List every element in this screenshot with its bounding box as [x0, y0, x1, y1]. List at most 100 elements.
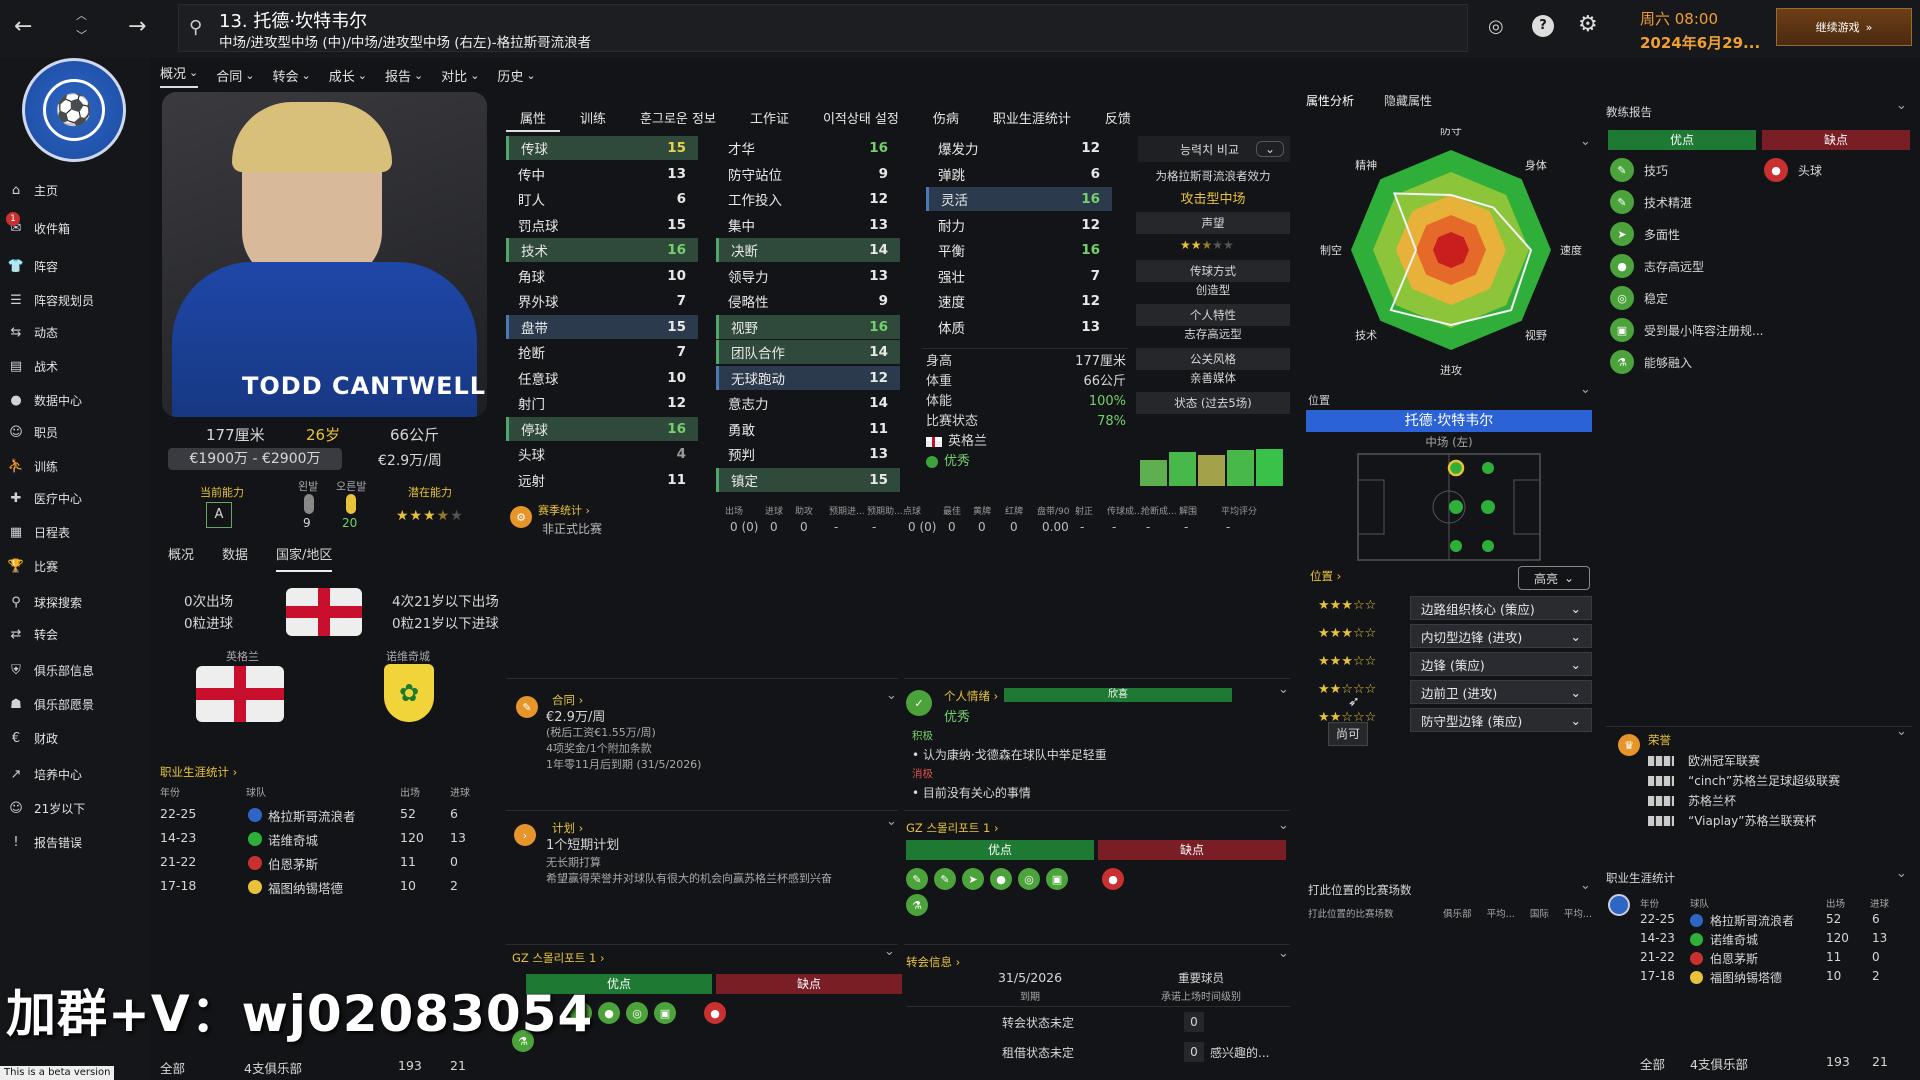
coach-pro-item[interactable]: ✎ 技术精湛: [1610, 190, 1692, 214]
coach-pro-item[interactable]: ▣ 受到最小阵容注册规...: [1610, 318, 1763, 342]
sidebar-item-12[interactable]: ⚲ 球探搜索: [8, 588, 146, 616]
sidebar-item-11[interactable]: 🏆 比赛: [8, 552, 146, 580]
transfer-title[interactable]: 转会信息 ›: [906, 954, 960, 970]
tab-data[interactable]: 数据: [222, 544, 248, 572]
coach-pro-item[interactable]: ➤ 多面性: [1610, 222, 1680, 246]
attr-tab-5[interactable]: 伤病: [919, 108, 973, 132]
trophy-item[interactable]: 苏格兰杯: [1648, 792, 1736, 809]
menu-5[interactable]: 对比 ⌄: [441, 62, 479, 88]
attr-tab-6[interactable]: 职业生涯统计: [979, 108, 1085, 132]
coach-con-item[interactable]: ● 头球: [1764, 158, 1822, 182]
form-bar[interactable]: [1140, 460, 1167, 486]
form-bar[interactable]: [1256, 449, 1283, 486]
trait-icon[interactable]: ●: [598, 1002, 620, 1024]
trait-icon[interactable]: ●: [990, 868, 1012, 890]
sidebar-item-8[interactable]: ⛹ 训练: [8, 452, 146, 480]
tab-nation[interactable]: 国家/地区: [276, 544, 333, 572]
back-arrow-icon[interactable]: ←: [14, 14, 32, 39]
sidebar-item-17[interactable]: ↗ 培养中心: [8, 760, 146, 788]
trophy-item[interactable]: “cinch”苏格兰足球超级联赛: [1648, 772, 1840, 789]
chevron-down-icon[interactable]: ⌄: [1896, 724, 1907, 739]
attribute-row[interactable]: 灵活 16: [926, 187, 1112, 211]
trophy-item[interactable]: 欧洲冠军联赛: [1648, 752, 1760, 769]
coach-pro-item[interactable]: ⚗ 能够融入: [1610, 350, 1692, 374]
attribute-row[interactable]: 抢断 7: [506, 340, 698, 364]
sidebar-item-13[interactable]: ⇄ 转会: [8, 620, 146, 648]
sidebar-item-9[interactable]: ✚ 医疗中心: [8, 484, 146, 512]
coach-pro-item[interactable]: ● 志存高远型: [1610, 254, 1704, 278]
sidebar-item-15[interactable]: ☗ 俱乐部愿景: [8, 690, 146, 718]
sidebar-item-10[interactable]: ▦ 日程表: [8, 518, 146, 546]
table-row[interactable]: 14-23 诺维奇城 120 13: [1640, 931, 1910, 949]
attribute-row[interactable]: 速度 12: [926, 289, 1112, 313]
attribute-row[interactable]: 爆发力 12: [926, 136, 1112, 160]
role-select[interactable]: 边前卫 (进攻) ⌄: [1410, 680, 1592, 704]
table-row[interactable]: 17-18 福图纳锡塔德 10 2: [160, 878, 490, 900]
forward-arrow-icon[interactable]: →: [128, 14, 146, 39]
career-left-title[interactable]: 职业生涯统计 ›: [160, 764, 237, 780]
attribute-row[interactable]: 无球跑动 12: [716, 365, 900, 390]
personal-title[interactable]: 个人情绪 ›: [944, 688, 998, 704]
attribute-row[interactable]: 任意球 10: [506, 366, 698, 390]
role-select[interactable]: 边锋 (策应) ⌄: [1410, 652, 1592, 676]
table-row[interactable]: 14-23 诺维奇城 120 13: [160, 830, 490, 852]
chevron-down-icon[interactable]: ⌄: [1278, 682, 1289, 697]
attribute-row[interactable]: 防守站位 9: [716, 162, 900, 186]
chevron-down-icon[interactable]: ⌄: [884, 944, 895, 959]
history-chevrons[interactable]: ︿ ﹀: [76, 6, 87, 46]
trait-icon[interactable]: ⚗: [906, 894, 928, 916]
attr-tab-1[interactable]: 训练: [566, 108, 620, 132]
table-row[interactable]: 17-18 福图纳锡塔德 10 2: [1640, 969, 1910, 987]
trophies-title[interactable]: 荣誉: [1648, 732, 1671, 748]
attribute-row[interactable]: 镇定 15: [716, 467, 900, 492]
attr-tab-2[interactable]: 훈그로운 정보: [626, 108, 730, 132]
sidebar-item-18[interactable]: ☺ 21岁以下: [8, 794, 146, 822]
menu-3[interactable]: 成长 ⌄: [329, 62, 367, 88]
chevron-down-icon[interactable]: ⌄: [1278, 818, 1289, 833]
sidebar-item-16[interactable]: € 财政: [8, 724, 146, 752]
role-select[interactable]: 边路组织核心 (策应) ⌄: [1410, 596, 1592, 620]
attribute-row[interactable]: 远射 11: [506, 468, 698, 492]
attr-tab-4[interactable]: 이적상태 설정: [809, 108, 913, 132]
attribute-row[interactable]: 停球 16: [506, 416, 698, 441]
attribute-row[interactable]: 角球 10: [506, 264, 698, 288]
tab-attr-analysis[interactable]: 属性分析: [1306, 92, 1354, 110]
menu-2[interactable]: 转会 ⌄: [272, 62, 310, 88]
attribute-row[interactable]: 盯人 6: [506, 187, 698, 211]
heading-icon[interactable]: ●: [704, 1002, 726, 1024]
attribute-row[interactable]: 盘带 15: [506, 314, 698, 339]
sidebar-item-4[interactable]: ⇆ 动态: [8, 318, 146, 346]
sidebar-item-7[interactable]: ☺ 职员: [8, 418, 146, 446]
attribute-row[interactable]: 侵略性 9: [716, 289, 900, 313]
attribute-row[interactable]: 意志力 14: [716, 391, 900, 415]
form-bar[interactable]: [1227, 450, 1254, 486]
season-title[interactable]: 赛季统计 ›: [538, 502, 590, 518]
heading-icon[interactable]: ●: [1102, 868, 1124, 890]
sidebar-item-0[interactable]: ⌂ 主页: [8, 176, 146, 204]
trait-icon[interactable]: ◎: [626, 1002, 648, 1024]
attribute-row[interactable]: 平衡 16: [926, 238, 1112, 262]
highlight-select[interactable]: 高亮 ⌄: [1518, 566, 1590, 590]
menu-0[interactable]: 概况 ⌄: [160, 62, 199, 88]
attribute-row[interactable]: 团队合作 14: [716, 340, 900, 364]
table-row[interactable]: 22-25 格拉斯哥流浪者 52 6: [1640, 912, 1910, 930]
menu-6[interactable]: 历史 ⌄: [497, 62, 535, 88]
coach-pro-item[interactable]: ✎ 技巧: [1610, 158, 1668, 182]
attr-tab-7[interactable]: 反馈: [1091, 108, 1145, 132]
sidebar-item-5[interactable]: ▤ 战术: [8, 352, 146, 380]
attribute-row[interactable]: 体质 13: [926, 315, 1112, 339]
value-range[interactable]: €1900万 - €2900万: [168, 448, 342, 470]
tab-hidden-attrs[interactable]: 隐藏属性: [1384, 92, 1432, 110]
trophy-item[interactable]: “Viaplay”苏格兰联赛杯: [1648, 812, 1816, 829]
attribute-row[interactable]: 工作投入 12: [716, 187, 900, 211]
table-row[interactable]: 21-22 伯恩茅斯 11 0: [160, 854, 490, 876]
role-select[interactable]: 内切型边锋 (进攻) ⌄: [1410, 624, 1592, 648]
trait-icon[interactable]: ✎: [934, 868, 956, 890]
coach-pro-item[interactable]: ◎ 稳定: [1610, 286, 1668, 310]
sidebar-item-19[interactable]: ! 报告错误: [8, 828, 146, 856]
attribute-row[interactable]: 勇敢 11: [716, 417, 900, 441]
attribute-row[interactable]: 弹跳 6: [926, 162, 1112, 186]
attribute-row[interactable]: 耐力 12: [926, 213, 1112, 237]
menu-4[interactable]: 报告 ⌄: [385, 62, 423, 88]
attribute-row[interactable]: 决断 14: [716, 238, 900, 262]
